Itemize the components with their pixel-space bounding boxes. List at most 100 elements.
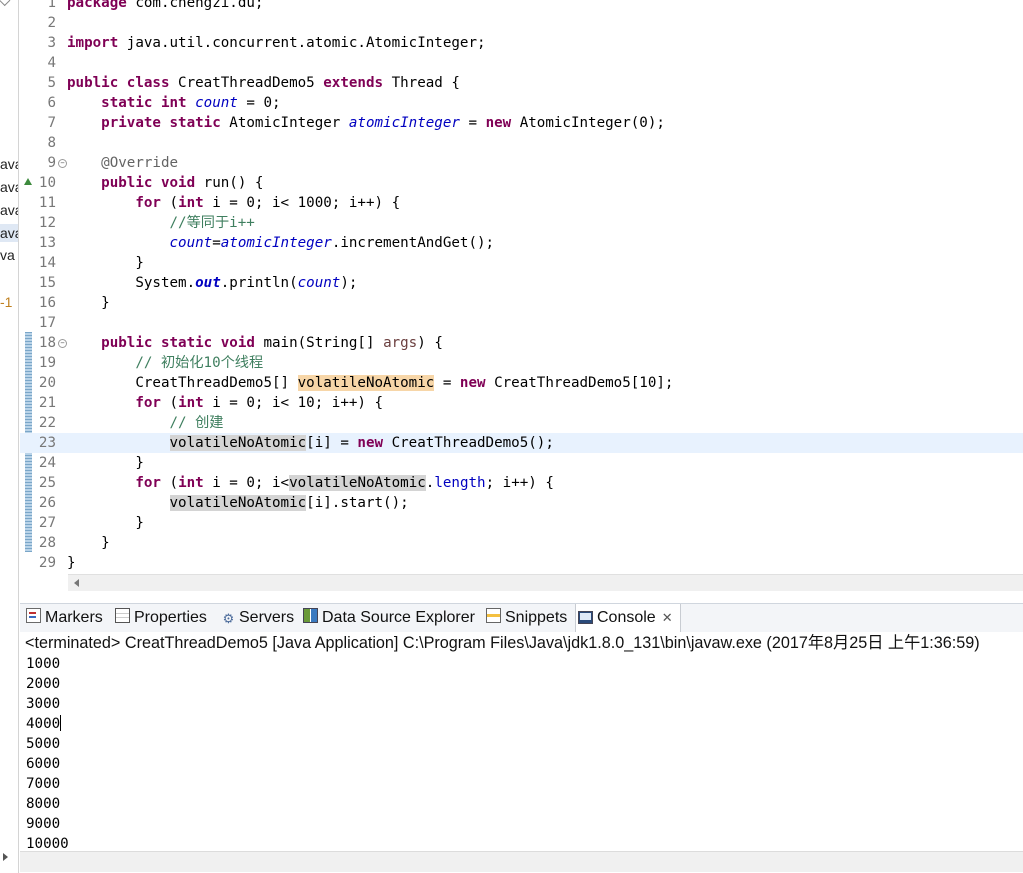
collapse-arrow-icon[interactable] bbox=[0, 0, 11, 7]
code-line[interactable]: 5 public class CreatThreadDemo5 extends T… bbox=[20, 73, 1023, 93]
keyword: for bbox=[135, 395, 161, 411]
code-line[interactable]: 19 // 初始化10个线程 bbox=[20, 353, 1023, 373]
code-line[interactable]: 18− public static void main(String[] arg… bbox=[20, 333, 1023, 353]
line-number: 23 bbox=[38, 435, 56, 451]
package-explorer-item[interactable]: ava bbox=[0, 224, 18, 242]
occurrence-highlight: volatileNoAtomic bbox=[169, 495, 307, 511]
console-output-text: 7000 bbox=[26, 776, 61, 792]
code-line[interactable]: 17 bbox=[20, 313, 1023, 333]
keyword: public bbox=[101, 335, 153, 351]
code-text: CreatThreadDemo5[] volatileNoAtomic = ne… bbox=[67, 373, 673, 393]
field-ref: count bbox=[297, 275, 341, 291]
code-text: .println( bbox=[220, 275, 298, 291]
code-text: main(String[] bbox=[254, 335, 384, 351]
line-number: 6 bbox=[47, 95, 56, 111]
code-text: volatileNoAtomic[i] = new CreatThreadDem… bbox=[67, 433, 554, 453]
editor-horizontal-scrollbar[interactable] bbox=[68, 574, 1023, 591]
code-text: i = 0; i< bbox=[203, 475, 290, 491]
keyword: package bbox=[67, 0, 127, 11]
scroll-right-arrow-icon[interactable] bbox=[3, 853, 8, 861]
code-line[interactable]: 13 count=atomicInteger.incrementAndGet()… bbox=[20, 233, 1023, 253]
code-line[interactable]: 20 CreatThreadDemo5[] volatileNoAtomic =… bbox=[20, 373, 1023, 393]
code-text: static int count = 0; bbox=[67, 93, 280, 113]
console-horizontal-scrollbar[interactable] bbox=[20, 851, 1023, 872]
code-line[interactable]: 4 bbox=[20, 53, 1023, 73]
code-text: System. bbox=[67, 275, 196, 291]
keyword: static bbox=[160, 335, 213, 351]
fold-toggle-icon[interactable]: − bbox=[58, 339, 67, 348]
field-ref: atomicInteger bbox=[348, 115, 460, 131]
code-line[interactable]: 29} bbox=[20, 553, 1023, 573]
code-text: for (int i = 0; i< 1000; i++) { bbox=[67, 193, 400, 213]
console-view[interactable]: <terminated> CreatThreadDemo5 [Java Appl… bbox=[20, 632, 1023, 853]
code-line[interactable]: 3 import java.util.concurrent.atomic.Atom… bbox=[20, 33, 1023, 53]
package-explorer-item[interactable]: ava bbox=[0, 155, 18, 173]
tab-servers[interactable]: ⚙ Servers bbox=[222, 604, 294, 632]
code-line[interactable]: 23 volatileNoAtomic[i] = new CreatThread… bbox=[20, 433, 1023, 453]
package-explorer-item[interactable]: -1 bbox=[0, 293, 12, 311]
keyword: int bbox=[178, 395, 204, 411]
keyword: public bbox=[101, 175, 153, 191]
tab-snippets[interactable]: Snippets bbox=[486, 604, 567, 632]
keyword: private bbox=[101, 115, 161, 131]
code-line[interactable]: 27 } bbox=[20, 513, 1023, 533]
field-ref: count bbox=[169, 235, 213, 251]
keyword: static bbox=[169, 115, 221, 131]
code-line[interactable]: 8 bbox=[20, 133, 1023, 153]
package-explorer-item[interactable]: va bbox=[0, 246, 15, 264]
package-explorer-item[interactable]: ava bbox=[0, 178, 18, 196]
code-line[interactable]: 12 //等同于i++ bbox=[20, 213, 1023, 233]
code-line[interactable]: 25 for (int i = 0; i<volatileNoAtomic.le… bbox=[20, 473, 1023, 493]
line-number: 13 bbox=[38, 235, 56, 251]
code-line[interactable]: 16 } bbox=[20, 293, 1023, 313]
code-line[interactable]: 24 } bbox=[20, 453, 1023, 473]
code-text: @Override bbox=[67, 153, 178, 173]
code-line[interactable]: 15 System.out.println(count); bbox=[20, 273, 1023, 293]
code-line[interactable]: 2 bbox=[20, 13, 1023, 33]
code-line[interactable]: 7 private static AtomicInteger atomicInt… bbox=[20, 113, 1023, 133]
code-line[interactable]: 26 volatileNoAtomic[i].start(); bbox=[20, 493, 1023, 513]
code-line[interactable]: 22 // 创建 bbox=[20, 413, 1023, 433]
field-ref: length bbox=[434, 475, 486, 491]
console-output-line: 3000 bbox=[26, 694, 60, 714]
code-line[interactable]: 28 } bbox=[20, 533, 1023, 553]
console-output-text: 8000 bbox=[26, 796, 61, 812]
tab-markers[interactable]: Markers bbox=[26, 604, 103, 632]
code-text: ( bbox=[160, 395, 179, 411]
tab-data-source-explorer[interactable]: Data Source Explorer bbox=[303, 604, 475, 632]
tab-console[interactable]: Console ✕ bbox=[575, 604, 681, 632]
keyword: import bbox=[67, 35, 119, 51]
console-output-line: 2000 bbox=[26, 674, 60, 694]
code-line[interactable]: 6 static int count = 0; bbox=[20, 93, 1023, 113]
keyword: for bbox=[135, 475, 161, 491]
comment: // 初始化10个线程 bbox=[135, 355, 264, 371]
code-line[interactable]: 14 } bbox=[20, 253, 1023, 273]
package-explorer-item[interactable]: ava bbox=[0, 201, 18, 219]
code-line[interactable]: 1 package com.chengzi.du; bbox=[20, 0, 1023, 13]
occurrence-highlight: volatileNoAtomic bbox=[297, 375, 435, 391]
code-line[interactable]: 10 public void run() { bbox=[20, 173, 1023, 193]
snippets-icon bbox=[486, 608, 501, 623]
line-number: 22 bbox=[38, 415, 56, 431]
console-output-line: 5000 bbox=[26, 734, 60, 754]
fold-toggle-icon[interactable]: − bbox=[58, 159, 67, 168]
code-text: = bbox=[212, 235, 221, 251]
comment: // 创建 bbox=[169, 415, 224, 431]
code-line[interactable]: 9− @Override bbox=[20, 153, 1023, 173]
code-text: .incrementAndGet(); bbox=[331, 235, 495, 251]
code-text: System.out.println(count); bbox=[67, 273, 357, 293]
tab-properties[interactable]: Properties bbox=[115, 604, 207, 632]
java-editor[interactable]: 1 package com.chengzi.du; 2 3 import java.ut… bbox=[20, 0, 1023, 592]
code-text: } bbox=[67, 535, 110, 551]
scroll-left-arrow-icon[interactable] bbox=[74, 579, 79, 587]
line-number: 20 bbox=[38, 375, 56, 391]
tab-label: Snippets bbox=[505, 609, 568, 626]
close-icon[interactable]: ✕ bbox=[662, 604, 673, 632]
code-line[interactable]: 21 for (int i = 0; i< 10; i++) { bbox=[20, 393, 1023, 413]
tab-label: Markers bbox=[45, 609, 103, 626]
code-line[interactable]: 11 for (int i = 0; i< 1000; i++) { bbox=[20, 193, 1023, 213]
